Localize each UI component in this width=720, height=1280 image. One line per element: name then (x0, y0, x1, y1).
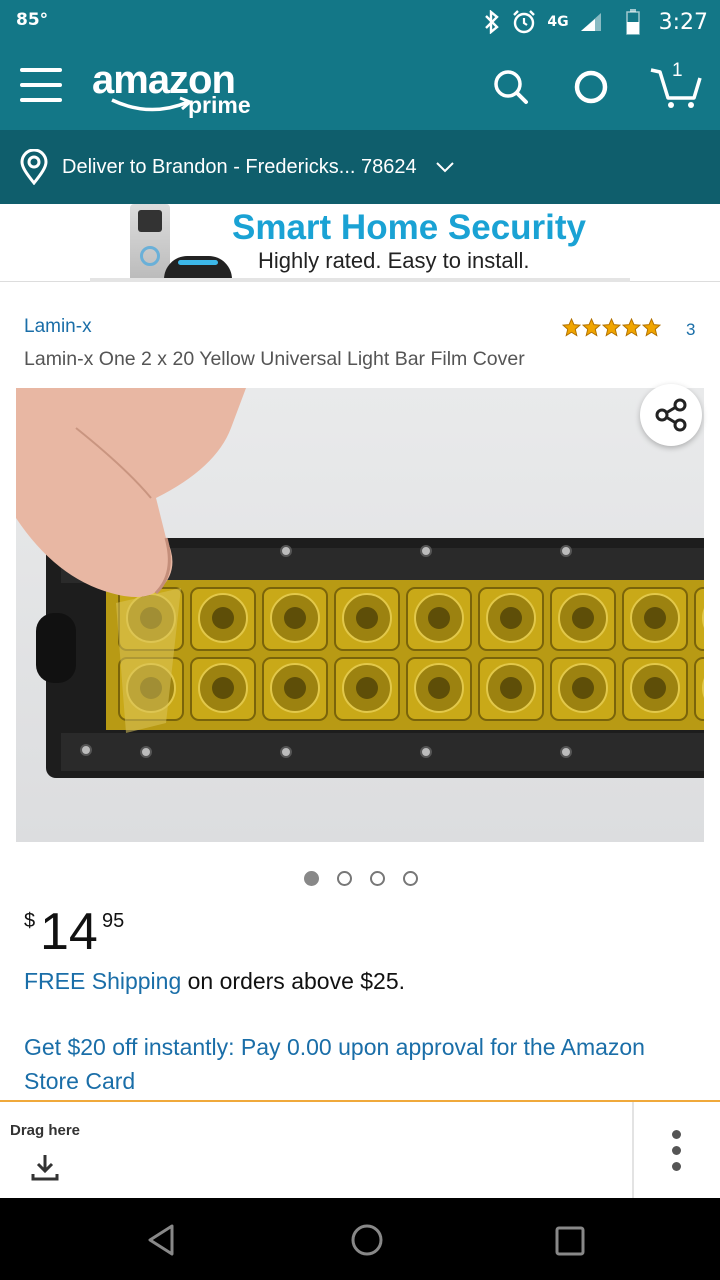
status-bar: 85° 4G 3:27 (0, 0, 720, 44)
cart-count: 1 (672, 60, 683, 81)
doorbell-image (130, 204, 170, 280)
carousel-dot[interactable] (370, 871, 385, 886)
menu-icon[interactable] (20, 68, 62, 102)
delivery-location-bar[interactable]: Deliver to Brandon - Fredericks... 78624 (0, 130, 720, 204)
star-icon (602, 318, 621, 337)
star-icon (582, 318, 601, 337)
search-icon[interactable] (488, 64, 534, 110)
delivery-address: Deliver to Brandon - Fredericks... 78624 (62, 155, 417, 178)
smart-home-banner-ad[interactable]: Smart Home Security Highly rated. Easy t… (0, 204, 720, 282)
free-shipping-link[interactable]: FREE Shipping (24, 968, 181, 994)
logo-subtext: prime (188, 92, 251, 118)
back-icon[interactable] (142, 1220, 182, 1260)
amazon-prime-logo[interactable]: amazon prime (92, 58, 272, 118)
star-icon (622, 318, 641, 337)
bluetooth-icon (485, 10, 500, 34)
signal-icon (580, 13, 601, 31)
chevron-down-icon (435, 162, 454, 173)
carousel-dot[interactable] (304, 871, 319, 886)
drag-divider (632, 1102, 634, 1200)
status-temperature: 85° (16, 10, 49, 30)
product-image[interactable] (16, 388, 704, 842)
image-carousel-dots (304, 871, 418, 886)
status-icons: 4G 3:27 (483, 4, 708, 40)
light-bar-photo (16, 388, 704, 778)
star-icon (642, 318, 661, 337)
android-nav-bar (0, 1198, 720, 1280)
alarm-icon (513, 10, 536, 34)
price-fraction: 95 (102, 910, 125, 932)
price-symbol: $ (24, 910, 36, 932)
carousel-dot[interactable] (337, 871, 352, 886)
brand-link[interactable]: Lamin-x (24, 316, 92, 338)
recents-icon[interactable] (550, 1220, 590, 1260)
smile-arrow-icon (111, 96, 193, 112)
star-rating[interactable] (562, 318, 661, 337)
product-title: Lamin-x One 2 x 20 Yellow Universal Ligh… (24, 348, 525, 370)
status-time: 3:27 (658, 9, 708, 35)
alexa-icon[interactable] (568, 64, 614, 110)
banner-divider (90, 278, 630, 282)
cart-button[interactable]: 1 (648, 60, 704, 110)
drag-label: Drag here (10, 1122, 81, 1139)
shipping-condition: on orders above $25. (181, 968, 406, 994)
drag-bar: Drag here (0, 1100, 720, 1200)
network-type: 4G (547, 14, 569, 30)
location-pin-icon (20, 149, 48, 185)
price-whole: 14 (40, 903, 98, 961)
shipping-info: FREE Shipping on orders above $25. (24, 968, 405, 995)
share-button[interactable] (640, 384, 702, 446)
store-card-promo-link[interactable]: Get $20 off instantly: Pay 0.00 upon app… (24, 1030, 684, 1098)
home-icon[interactable] (347, 1220, 387, 1260)
star-icon (562, 318, 581, 337)
app-header: amazon prime 1 (0, 44, 720, 130)
share-icon (655, 398, 687, 432)
banner-subtitle: Highly rated. Easy to install. (258, 248, 530, 273)
more-options-icon[interactable] (660, 1126, 694, 1176)
rating-count[interactable]: 3 (686, 320, 695, 340)
carousel-dot[interactable] (403, 871, 418, 886)
battery-icon (625, 9, 640, 35)
download-icon[interactable] (30, 1152, 60, 1182)
banner-title: Smart Home Security (232, 208, 587, 247)
